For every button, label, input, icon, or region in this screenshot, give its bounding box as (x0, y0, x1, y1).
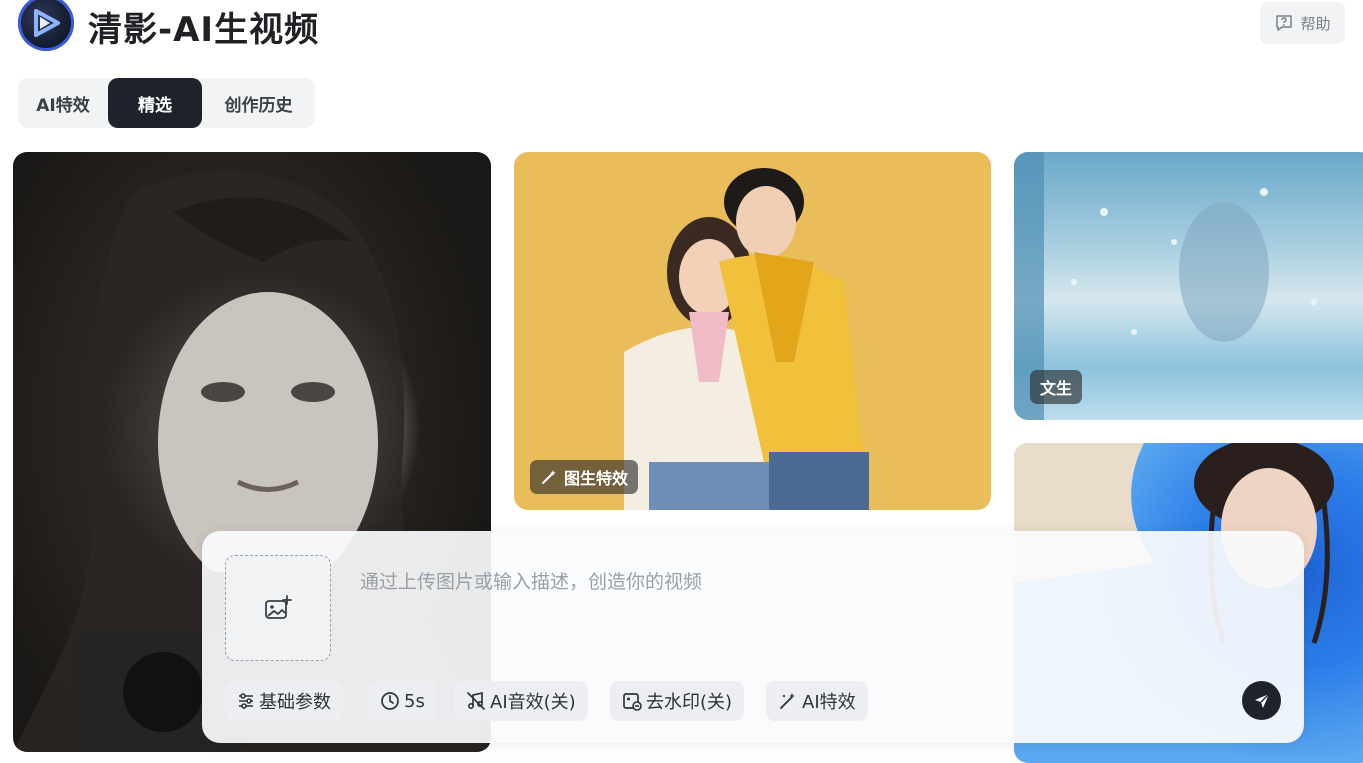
magic-wand-icon (780, 693, 795, 709)
card-tag: 文生 (1030, 370, 1083, 404)
ai-effects-button[interactable]: AI特效 (766, 681, 868, 721)
card-tag-label: 图生特效 (564, 469, 629, 488)
tab-featured[interactable]: 精选 (108, 78, 202, 128)
card-tag-label: 文生 (1040, 379, 1073, 398)
tab-bar: AI特效 精选 创作历史 (18, 78, 315, 128)
play-logo-icon (34, 9, 60, 37)
chip-label: 基础参数 (259, 692, 331, 713)
card-tag: 图生特效 (530, 460, 639, 494)
couple-illustration (624, 168, 869, 510)
magic-wand-icon (542, 470, 556, 484)
watermark-toggle[interactable]: 去水印(关) (610, 681, 745, 721)
help-button[interactable]: 帮助 (1260, 2, 1345, 44)
watermark-icon (623, 693, 642, 711)
app-logo[interactable] (18, 0, 74, 51)
send-icon (1254, 693, 1269, 708)
send-button[interactable] (1242, 681, 1281, 720)
chip-label: AI音效(关) (490, 692, 576, 713)
music-off-icon (467, 691, 485, 710)
help-icon (1276, 15, 1293, 31)
prompt-input[interactable] (360, 571, 1260, 593)
duration-button[interactable]: 5s (368, 681, 437, 721)
basic-params-button[interactable]: 基础参数 (225, 681, 343, 721)
chip-label: 去水印(关) (646, 692, 733, 713)
tab-history[interactable]: 创作历史 (202, 78, 315, 128)
clock-icon (381, 692, 399, 710)
sliders-icon (239, 693, 253, 709)
chip-label: AI特效 (802, 692, 856, 713)
app-header: 清影-AI生视频 帮助 (0, 0, 1363, 60)
chip-label: 5s (404, 690, 425, 712)
app-title: 清影-AI生视频 (88, 10, 320, 50)
image-upload-button[interactable] (225, 555, 331, 661)
help-label: 帮助 (1300, 14, 1331, 33)
tab-ai-effects[interactable]: AI特效 (18, 78, 108, 128)
gallery-card-rain[interactable]: 文生 (1014, 152, 1363, 420)
gallery-card-couple[interactable]: 图生特效 (514, 152, 991, 510)
prompt-composer: 基础参数 5s AI音效(关) 去水印(关) AI (202, 531, 1304, 743)
ai-sound-toggle[interactable]: AI音效(关) (454, 681, 588, 721)
add-image-icon (265, 595, 292, 619)
